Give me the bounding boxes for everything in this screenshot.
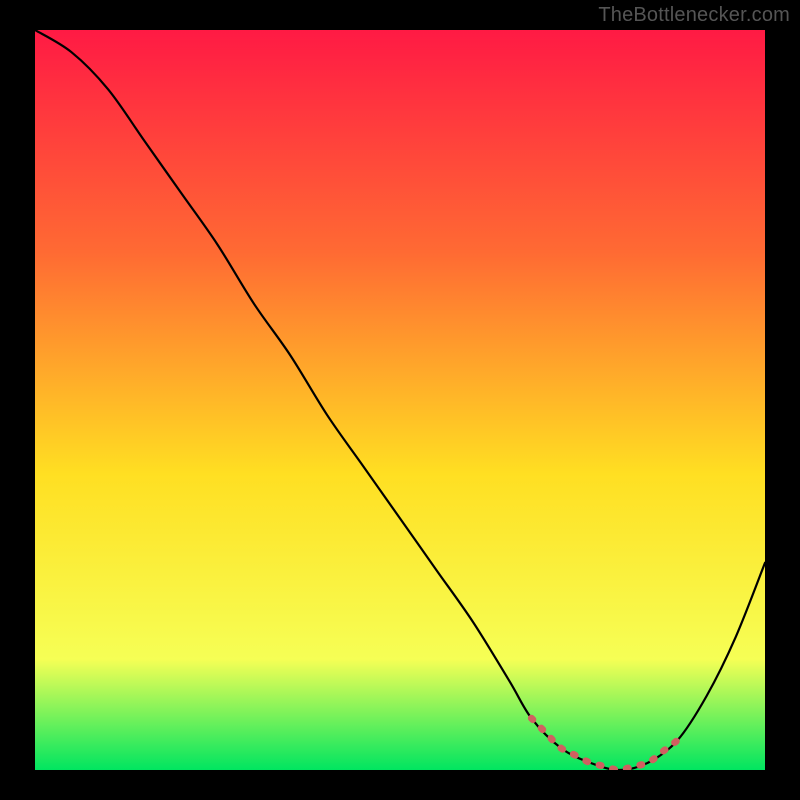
- plot-svg: [35, 30, 765, 770]
- attribution-label: TheBottlenecker.com: [598, 4, 790, 27]
- chart-container: TheBottlenecker.com: [0, 0, 800, 800]
- bottleneck-plot: [35, 30, 765, 770]
